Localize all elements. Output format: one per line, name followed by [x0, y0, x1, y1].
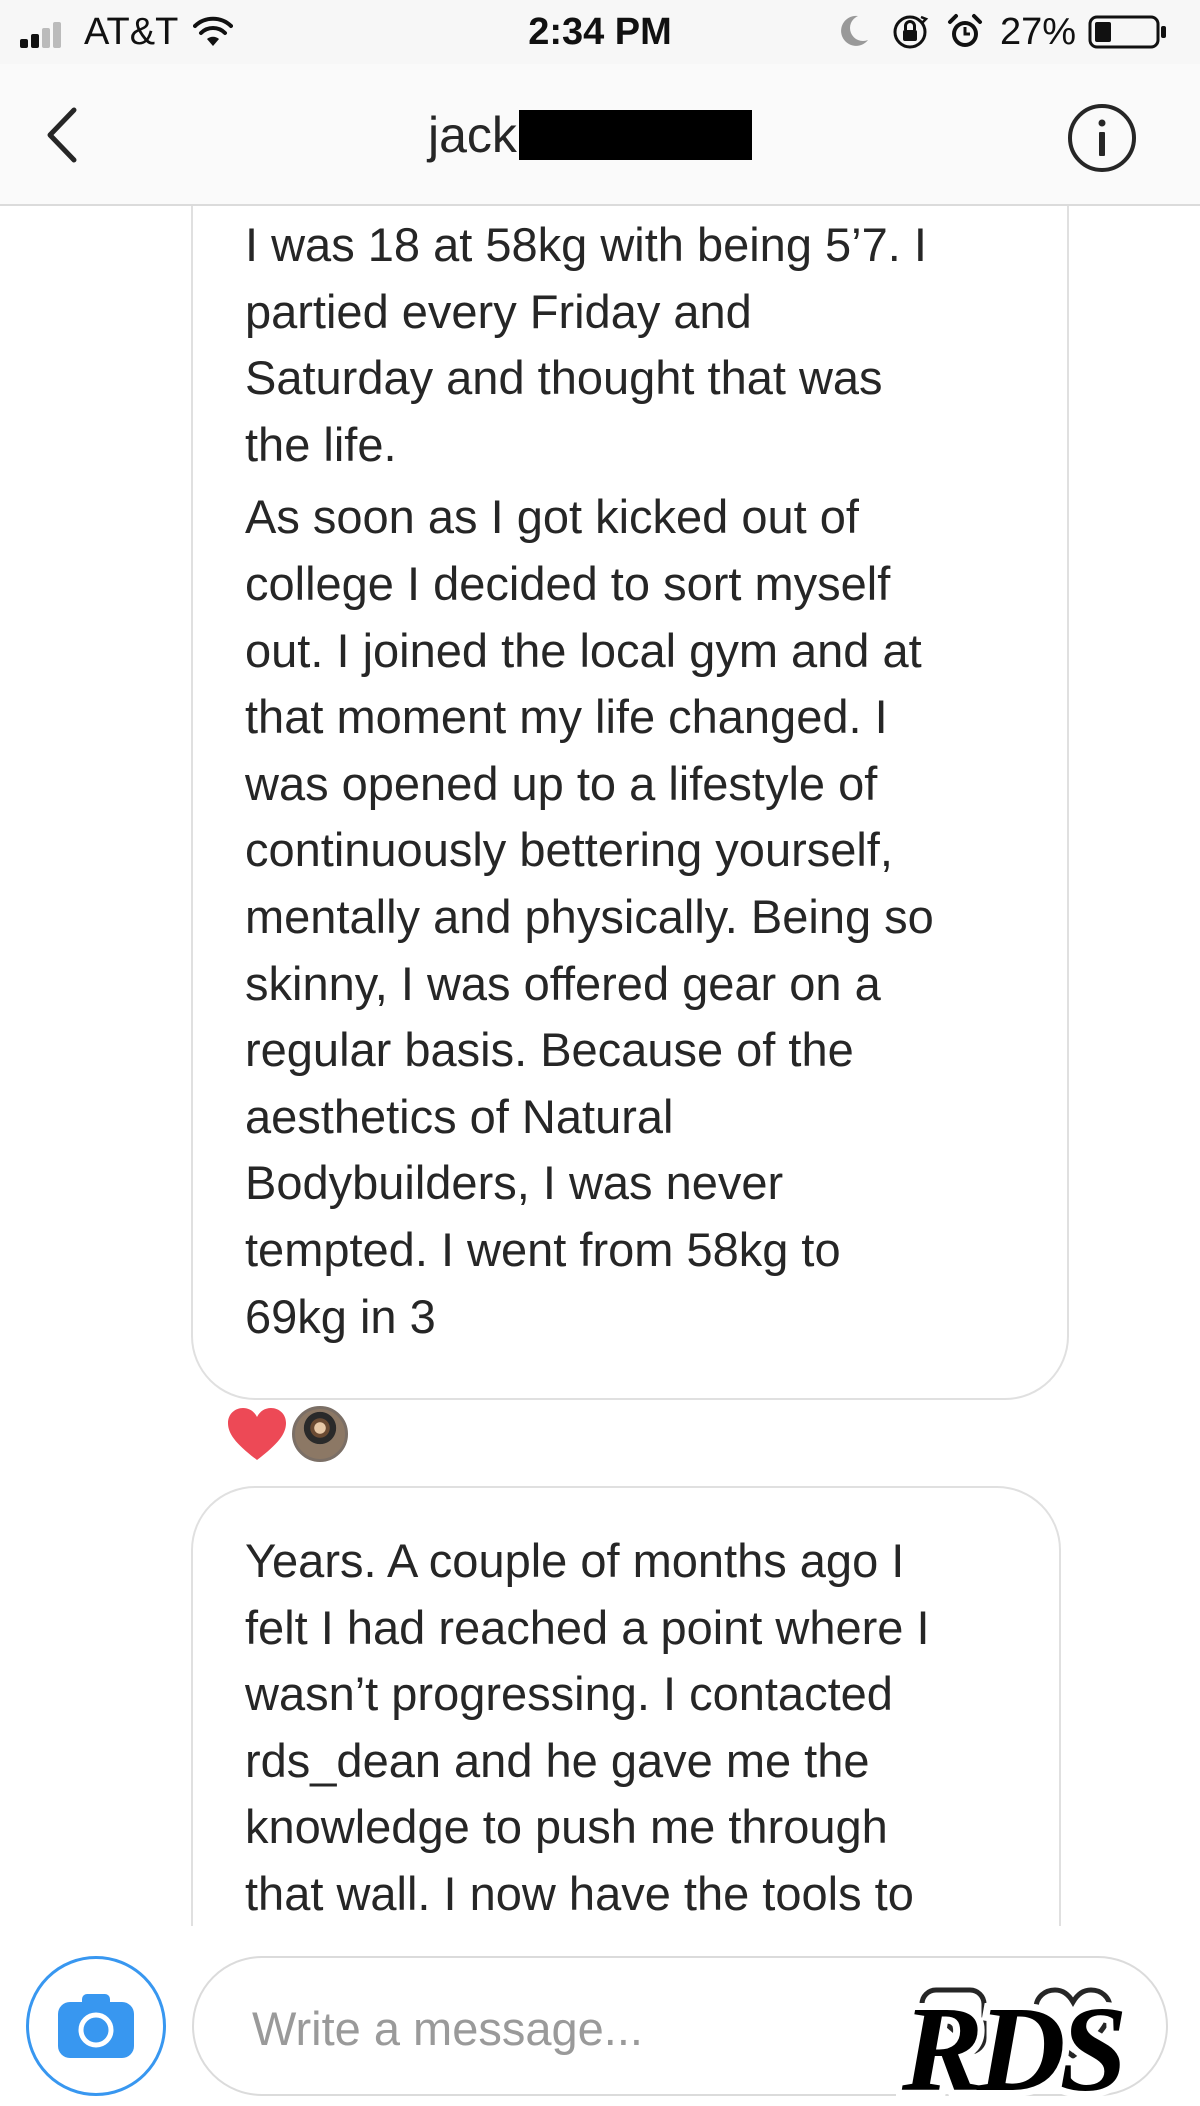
alarm-icon — [948, 14, 982, 47]
message-text: I was 18 at 58kg with being 5’7. I parti… — [245, 218, 927, 471]
redaction-bar — [518, 110, 752, 160]
back-arrow-icon[interactable] — [38, 102, 88, 168]
instagram-dm-screen: AT&T 2:34 PM 27% jack I was 18 at 58kg w… — [0, 0, 1200, 2106]
message-bubble[interactable]: I was 18 at 58kg with being 5’7. I parti… — [191, 206, 1069, 1400]
moon-icon — [841, 15, 868, 46]
message-reactions[interactable] — [226, 1402, 356, 1464]
orientation-lock-icon — [893, 15, 929, 49]
svg-text:RDS: RDS — [901, 1982, 1122, 2106]
rds-watermark-logo: RDS RDS — [896, 1978, 1135, 2106]
message-thread[interactable]: I was 18 at 58kg with being 5’7. I parti… — [0, 206, 1200, 1926]
username-label: jack — [428, 107, 517, 163]
conversation-title[interactable]: jack — [428, 104, 752, 166]
message-input[interactable] — [252, 1996, 852, 2060]
message-text: Years. A couple of months ago I felt I h… — [245, 1534, 930, 1920]
status-bar: AT&T 2:34 PM 27% — [0, 0, 1200, 64]
camera-button[interactable] — [26, 1956, 166, 2096]
battery-percent: 27% — [1000, 11, 1077, 53]
reactor-avatar[interactable] — [292, 1406, 348, 1462]
message-bubble[interactable]: Years. A couple of months ago I felt I h… — [191, 1486, 1061, 1926]
message-text: As soon as I got kicked out of college I… — [245, 490, 934, 1343]
conversation-header: jack — [0, 64, 1200, 206]
camera-icon — [58, 1994, 134, 2058]
heart-icon — [228, 1408, 286, 1460]
info-icon[interactable] — [1066, 102, 1138, 174]
battery-icon — [1088, 15, 1166, 49]
